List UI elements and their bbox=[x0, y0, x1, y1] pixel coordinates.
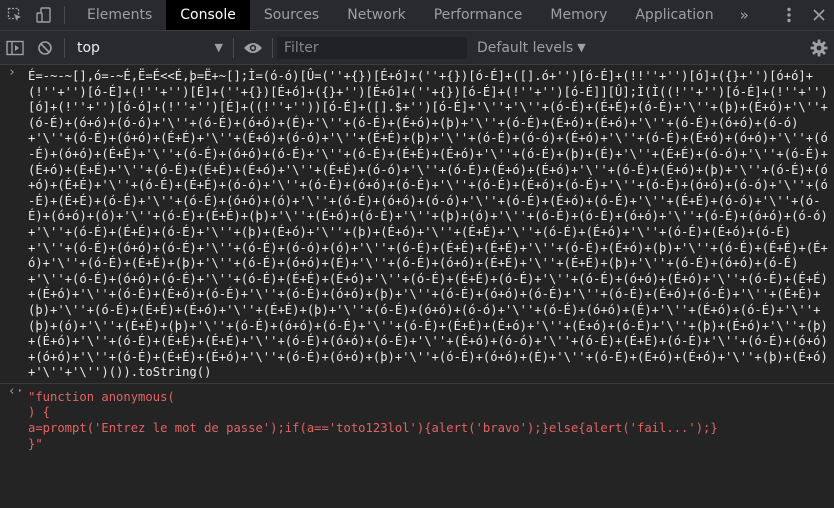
kebab-menu-icon[interactable] bbox=[774, 0, 804, 30]
toolbar-divider bbox=[272, 37, 273, 58]
console-messages: › É=-~-~[],ó=-~É,Ë=É<<É,þ=Ë+~[];Ì=(ó-ó)[… bbox=[0, 65, 834, 508]
close-icon[interactable] bbox=[804, 0, 834, 30]
result-line-2: ) { bbox=[28, 405, 51, 420]
input-code: É=-~-~[],ó=-~É,Ë=É<<É,þ=Ë+~[];Ì=(ó-ó)[Û=… bbox=[28, 69, 828, 380]
tab-sources[interactable]: Sources bbox=[250, 0, 333, 30]
result-arrow-icon: ‹· bbox=[8, 383, 24, 399]
input-prompt-icon: › bbox=[8, 65, 16, 80]
toolbar-divider bbox=[64, 37, 65, 58]
context-selector[interactable]: top ▼ bbox=[69, 31, 229, 64]
device-toolbar-icon[interactable] bbox=[30, 0, 60, 30]
tab-performance[interactable]: Performance bbox=[420, 0, 537, 30]
filter-input[interactable] bbox=[277, 36, 467, 59]
dropdown-arrow-icon: ▼ bbox=[214, 41, 223, 54]
eye-icon[interactable] bbox=[238, 31, 268, 64]
result-line-1: "function anonymous( bbox=[28, 389, 175, 404]
show-sidebar-icon[interactable] bbox=[0, 31, 30, 64]
toolbar-divider bbox=[233, 37, 234, 58]
toolbar-divider bbox=[64, 6, 65, 24]
tab-application[interactable]: Application bbox=[621, 0, 727, 30]
console-input-entry[interactable]: › É=-~-~[],ó=-~É,Ë=É<<É,þ=Ë+~[];Ì=(ó-ó)[… bbox=[0, 65, 834, 381]
levels-label: Default levels bbox=[477, 39, 574, 56]
clear-console-icon[interactable] bbox=[30, 31, 60, 64]
log-levels-dropdown[interactable]: Default levels ▼ bbox=[477, 40, 586, 56]
result-line-3: a=prompt('Entrez le mot de passe');if(a=… bbox=[28, 421, 718, 436]
gear-icon[interactable] bbox=[804, 31, 834, 64]
tab-elements[interactable]: Elements bbox=[73, 0, 166, 30]
console-toolbar: top ▼ Default levels ▼ bbox=[0, 31, 834, 65]
devtools-tab-bar: Elements Console Sources Network Perform… bbox=[0, 0, 834, 31]
more-tabs-button[interactable]: » bbox=[728, 0, 761, 30]
context-label: top bbox=[77, 39, 100, 56]
inspect-element-icon[interactable] bbox=[0, 0, 30, 30]
tab-network[interactable]: Network bbox=[333, 0, 419, 30]
tab-memory[interactable]: Memory bbox=[536, 0, 621, 30]
console-result-entry[interactable]: ‹· "function anonymous( ) { a=prompt('En… bbox=[0, 382, 834, 452]
tab-console[interactable]: Console bbox=[166, 0, 250, 30]
result-line-4: }" bbox=[28, 436, 43, 451]
dropdown-arrow-icon: ▼ bbox=[577, 41, 586, 54]
